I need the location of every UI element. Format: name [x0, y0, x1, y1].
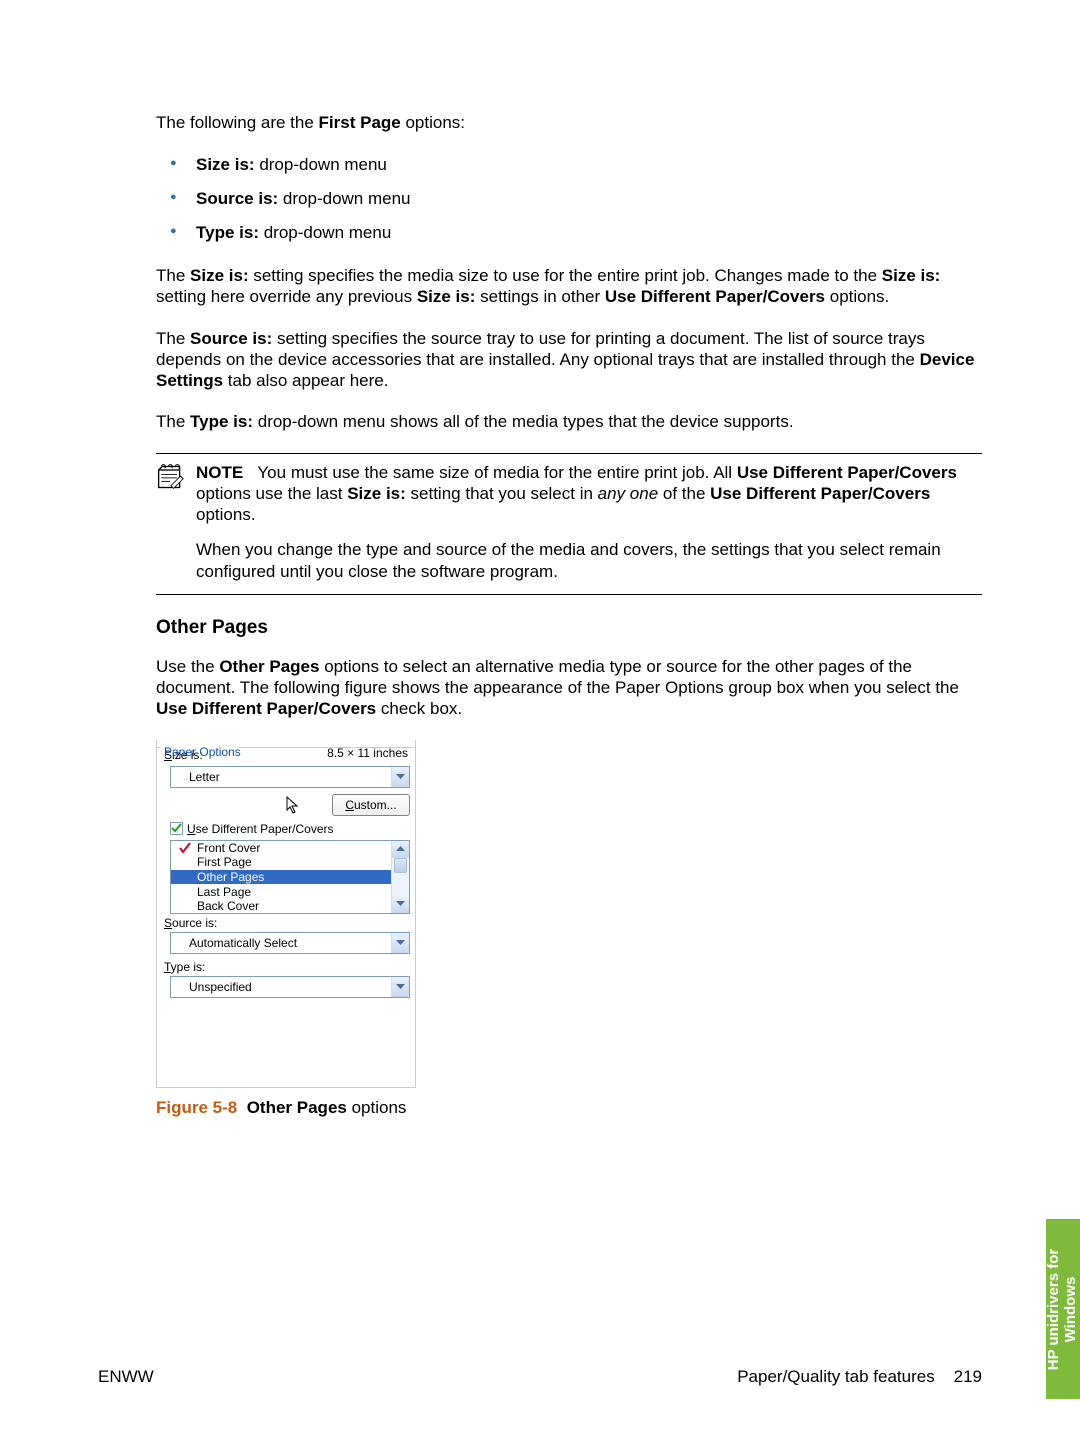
text: drop-down menu shows all of the media ty…	[253, 412, 794, 431]
text-bold: Use Different Paper/Covers	[156, 699, 376, 718]
scrollbar[interactable]	[391, 841, 409, 913]
text: drop-down menu	[278, 189, 410, 208]
source-dropdown[interactable]: Automatically Select	[170, 932, 410, 954]
text-bold: Use Different Paper/Covers	[605, 287, 825, 306]
source-label: Source is:	[164, 916, 410, 930]
text-bold: Source is:	[196, 189, 278, 208]
list-item-label: Back Cover	[197, 899, 259, 913]
section-paragraph: Use the Other Pages options to select an…	[156, 656, 982, 720]
text-bold: Type is:	[196, 223, 259, 242]
list-item-label: Front Cover	[197, 841, 260, 855]
text: The	[156, 329, 190, 348]
document-page: The following are the First Page options…	[0, 0, 1080, 1437]
text: setting that you select in	[406, 484, 598, 503]
cursor-icon	[286, 796, 302, 814]
text: drop-down menu	[255, 155, 387, 174]
text-bold: Source is:	[190, 329, 272, 348]
text: options	[347, 1098, 407, 1117]
note-label: NOTE	[196, 463, 243, 482]
text: You must use the same size of media for …	[257, 463, 736, 482]
text: setting here override any previous	[156, 287, 417, 306]
pages-listbox[interactable]: Front Cover First Page Other Pages Last …	[170, 840, 410, 914]
text-bold: Size is:	[882, 266, 941, 285]
figure-label: Figure 5-8	[156, 1098, 237, 1117]
text: check box.	[376, 699, 462, 718]
list-item-other-pages[interactable]: Other Pages	[171, 870, 409, 885]
list-item-first-page[interactable]: First Page	[171, 855, 409, 870]
text-bold: Size is:	[190, 266, 249, 285]
dropdown-value: Automatically Select	[189, 936, 297, 950]
intro-line: The following are the First Page options…	[156, 113, 982, 133]
text-bold: Size is:	[347, 484, 406, 503]
list-item: Source is: drop-down menu	[156, 189, 982, 209]
chevron-down-icon[interactable]	[391, 977, 409, 997]
paper-options-groupbox: Paper Options Size is: 8.5 × 11 inches L…	[156, 740, 416, 1088]
paragraph-source-is: The Source is: setting specifies the sou…	[156, 328, 982, 392]
type-dropdown[interactable]: Unspecified	[170, 976, 410, 998]
list-item-label: First Page	[197, 855, 252, 869]
list-item-back-cover[interactable]: Back Cover	[171, 899, 409, 914]
text: The	[156, 412, 190, 431]
chevron-down-icon[interactable]	[391, 767, 409, 787]
figure-title-bold: Other Pages	[247, 1098, 347, 1117]
text-bold: Size is:	[196, 155, 255, 174]
footer-section: Paper/Quality tab features	[737, 1367, 935, 1386]
text: tab also appear here.	[223, 371, 388, 390]
dropdown-value: Unspecified	[189, 980, 252, 994]
scroll-down-icon[interactable]	[392, 896, 409, 913]
side-tab-label: HP unidrivers forWindows	[1047, 1248, 1080, 1369]
text: setting specifies the source tray to use…	[156, 329, 925, 369]
dropdown-value: Letter	[189, 770, 220, 784]
list-item-front-cover[interactable]: Front Cover	[171, 841, 409, 856]
groupbox-title: Paper Options	[164, 745, 412, 759]
list-item-last-page[interactable]: Last Page	[171, 884, 409, 899]
side-tab: HP unidrivers forWindows	[1046, 1219, 1080, 1399]
scroll-thumb[interactable]	[394, 858, 407, 874]
text: drop-down menu	[259, 223, 391, 242]
page-number: 219	[954, 1367, 982, 1386]
footer-left: ENWW	[98, 1367, 154, 1387]
text: options.	[825, 287, 889, 306]
text: The	[156, 266, 190, 285]
list-item: Type is: drop-down menu	[156, 223, 982, 243]
text: options:	[401, 113, 465, 132]
use-different-paper-checkbox-row[interactable]: Use Different Paper/Covers	[170, 822, 410, 836]
text-bold: Use Different Paper/Covers	[710, 484, 930, 503]
checkbox-checked-icon[interactable]	[170, 822, 183, 835]
footer-right: Paper/Quality tab features 219	[737, 1367, 982, 1387]
text: options.	[196, 505, 256, 524]
note-paragraph: When you change the type and source of t…	[196, 539, 982, 582]
custom-button[interactable]: Custom...	[332, 794, 410, 816]
text-bold: First Page	[319, 113, 401, 132]
text-italic: any one	[598, 484, 659, 503]
text-bold: Other Pages	[219, 657, 319, 676]
note-icon	[156, 462, 184, 586]
chevron-down-icon[interactable]	[391, 933, 409, 953]
list-item: Size is: drop-down menu	[156, 155, 982, 175]
text: Use the	[156, 657, 219, 676]
text: The following are the	[156, 113, 319, 132]
text: options use the last	[196, 484, 347, 503]
list-item-label: Other Pages	[197, 870, 264, 884]
text-bold: Use Different Paper/Covers	[737, 463, 957, 482]
list-item-label: Last Page	[197, 885, 251, 899]
type-label: Type is:	[164, 960, 410, 974]
note-text: NOTE You must use the same size of media…	[196, 462, 982, 586]
text-bold: Type is:	[190, 412, 253, 431]
scroll-track[interactable]	[392, 858, 409, 896]
text-bold: Size is:	[417, 287, 476, 306]
text: setting specifies the media size to use …	[249, 266, 882, 285]
page-footer: ENWW Paper/Quality tab features 219	[98, 1367, 982, 1387]
section-heading-other-pages: Other Pages	[156, 617, 982, 639]
paragraph-type-is: The Type is: drop-down menu shows all of…	[156, 411, 982, 432]
text: settings in other	[475, 287, 604, 306]
text: of the	[658, 484, 710, 503]
size-dropdown[interactable]: Letter	[170, 766, 410, 788]
scroll-up-icon[interactable]	[392, 841, 409, 858]
paragraph-size-is: The Size is: setting specifies the media…	[156, 265, 982, 308]
checkbox-label: Use Different Paper/Covers	[187, 822, 334, 836]
first-page-options-list: Size is: drop-down menu Source is: drop-…	[156, 155, 982, 243]
figure-caption: Figure 5-8 Other Pages options	[156, 1098, 982, 1118]
note-block: NOTE You must use the same size of media…	[156, 453, 982, 595]
